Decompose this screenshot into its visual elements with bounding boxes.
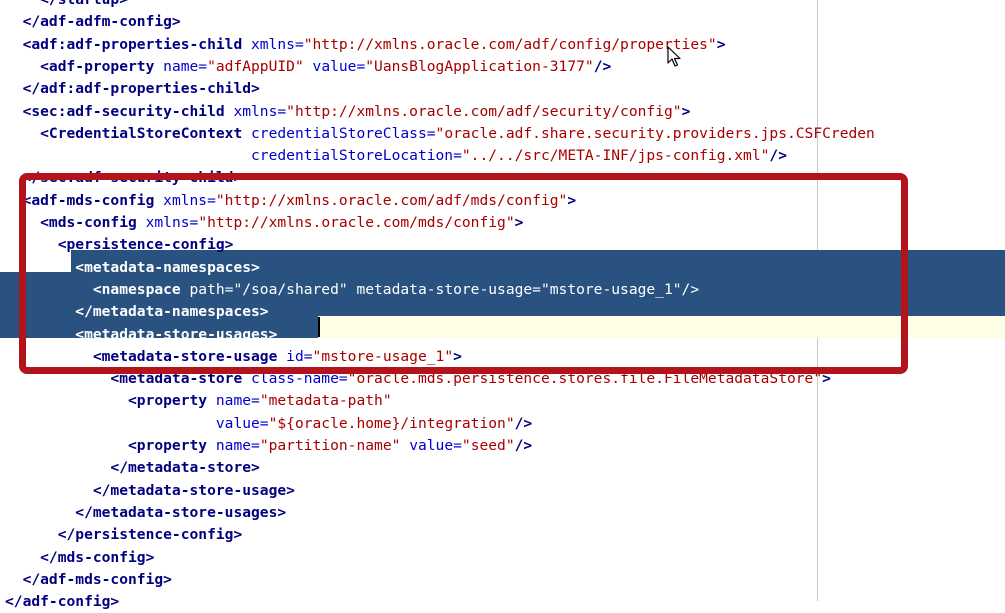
code-token: </adf-mds-config> xyxy=(5,570,172,588)
code-token: name= xyxy=(215,392,260,410)
code-line[interactable]: </metadata-store-usage> xyxy=(5,480,295,502)
code-token: > xyxy=(716,35,726,53)
code-line[interactable]: </adf-adfm-config> xyxy=(5,11,181,33)
code-token: /> xyxy=(514,414,533,432)
code-token: "../../src/META-INF/jps-config.xml" xyxy=(461,147,770,165)
code-token: value= xyxy=(409,437,462,454)
code-line[interactable]: <sec:adf-security-child xmlns="http://xm… xyxy=(5,101,691,123)
code-token: "${oracle.home}/integration" xyxy=(268,414,515,432)
code-token: <adf:adf-properties-child xyxy=(5,35,252,53)
code-token: name= xyxy=(215,437,260,454)
code-token: </adf:adf-properties-child> xyxy=(5,80,260,98)
code-token: credentialStoreLocation= xyxy=(251,147,462,165)
code-token: > xyxy=(681,102,691,120)
code-line[interactable]: credentialStoreLocation="../../src/META-… xyxy=(5,145,787,167)
code-token: /> xyxy=(514,437,533,454)
code-line[interactable]: </adf-mds-config> xyxy=(5,569,172,591)
code-line[interactable]: <property name="partition-name" value="s… xyxy=(5,435,532,457)
code-token: value= xyxy=(215,414,269,432)
code-token: "partition-name" xyxy=(259,437,410,454)
code-line[interactable]: value="${oracle.home}/integration"/> xyxy=(5,413,532,435)
code-token: <property xyxy=(5,437,216,454)
code-line[interactable]: </metadata-store> xyxy=(5,457,260,479)
code-token: </mds-config> xyxy=(5,548,155,566)
code-token: "adfAppUID" xyxy=(207,57,313,75)
arrow-cursor-icon xyxy=(667,46,681,67)
code-token: </metadata-store-usage> xyxy=(5,481,295,499)
code-token: /> xyxy=(593,57,612,75)
code-token: </adf-adfm-config> xyxy=(5,13,181,31)
code-token: <CredentialStoreContext xyxy=(5,124,252,142)
code-token: <adf-property xyxy=(5,57,164,75)
code-token: "http://xmlns.oracle.com/adf/config/prop… xyxy=(303,35,717,53)
code-line[interactable]: <CredentialStoreContext credentialStoreC… xyxy=(5,123,875,145)
code-token: </adf-config> xyxy=(5,593,120,611)
code-line[interactable]: </persistence-config> xyxy=(5,524,243,546)
code-token: xmlns= xyxy=(251,35,304,53)
code-token: "UansBlogApplication-3177" xyxy=(365,57,594,75)
code-token: </metadata-store-usages> xyxy=(5,503,287,521)
code-line[interactable]: <property name="metadata-path" xyxy=(5,390,392,412)
code-line[interactable]: </startup> xyxy=(5,0,128,11)
xml-code-editor[interactable]: </startup> </adf-adfm-config> <adf:adf-p… xyxy=(0,0,1005,610)
code-line[interactable]: <adf-property name="adfAppUID" value="Ua… xyxy=(5,56,611,78)
code-token: <property xyxy=(5,392,216,410)
code-line[interactable]: </adf:adf-properties-child> xyxy=(5,78,260,100)
code-token: </metadata-store> xyxy=(5,459,260,477)
code-token: /> xyxy=(769,147,787,165)
code-token: value= xyxy=(312,57,366,75)
code-line[interactable]: </adf-config> xyxy=(5,591,119,613)
code-token: name= xyxy=(163,57,208,75)
code-token: </startup> xyxy=(5,0,128,8)
code-token: "oracle.adf.share.security.providers.jps… xyxy=(435,124,875,142)
code-token: "http://xmlns.oracle.com/adf/security/co… xyxy=(286,102,682,120)
code-token: "metadata-path" xyxy=(259,392,392,410)
code-token: </persistence-config> xyxy=(5,526,243,544)
code-token: <sec:adf-security-child xyxy=(5,102,234,120)
code-token: xmlns= xyxy=(233,102,287,120)
code-line[interactable]: <adf:adf-properties-child xmlns="http://… xyxy=(5,34,726,56)
annotation-highlight-box xyxy=(19,173,908,374)
code-token: "seed" xyxy=(461,437,515,454)
code-line[interactable]: </metadata-store-usages> xyxy=(5,502,286,524)
code-token: credentialStoreClass= xyxy=(251,124,436,142)
code-line[interactable]: </mds-config> xyxy=(5,547,154,569)
